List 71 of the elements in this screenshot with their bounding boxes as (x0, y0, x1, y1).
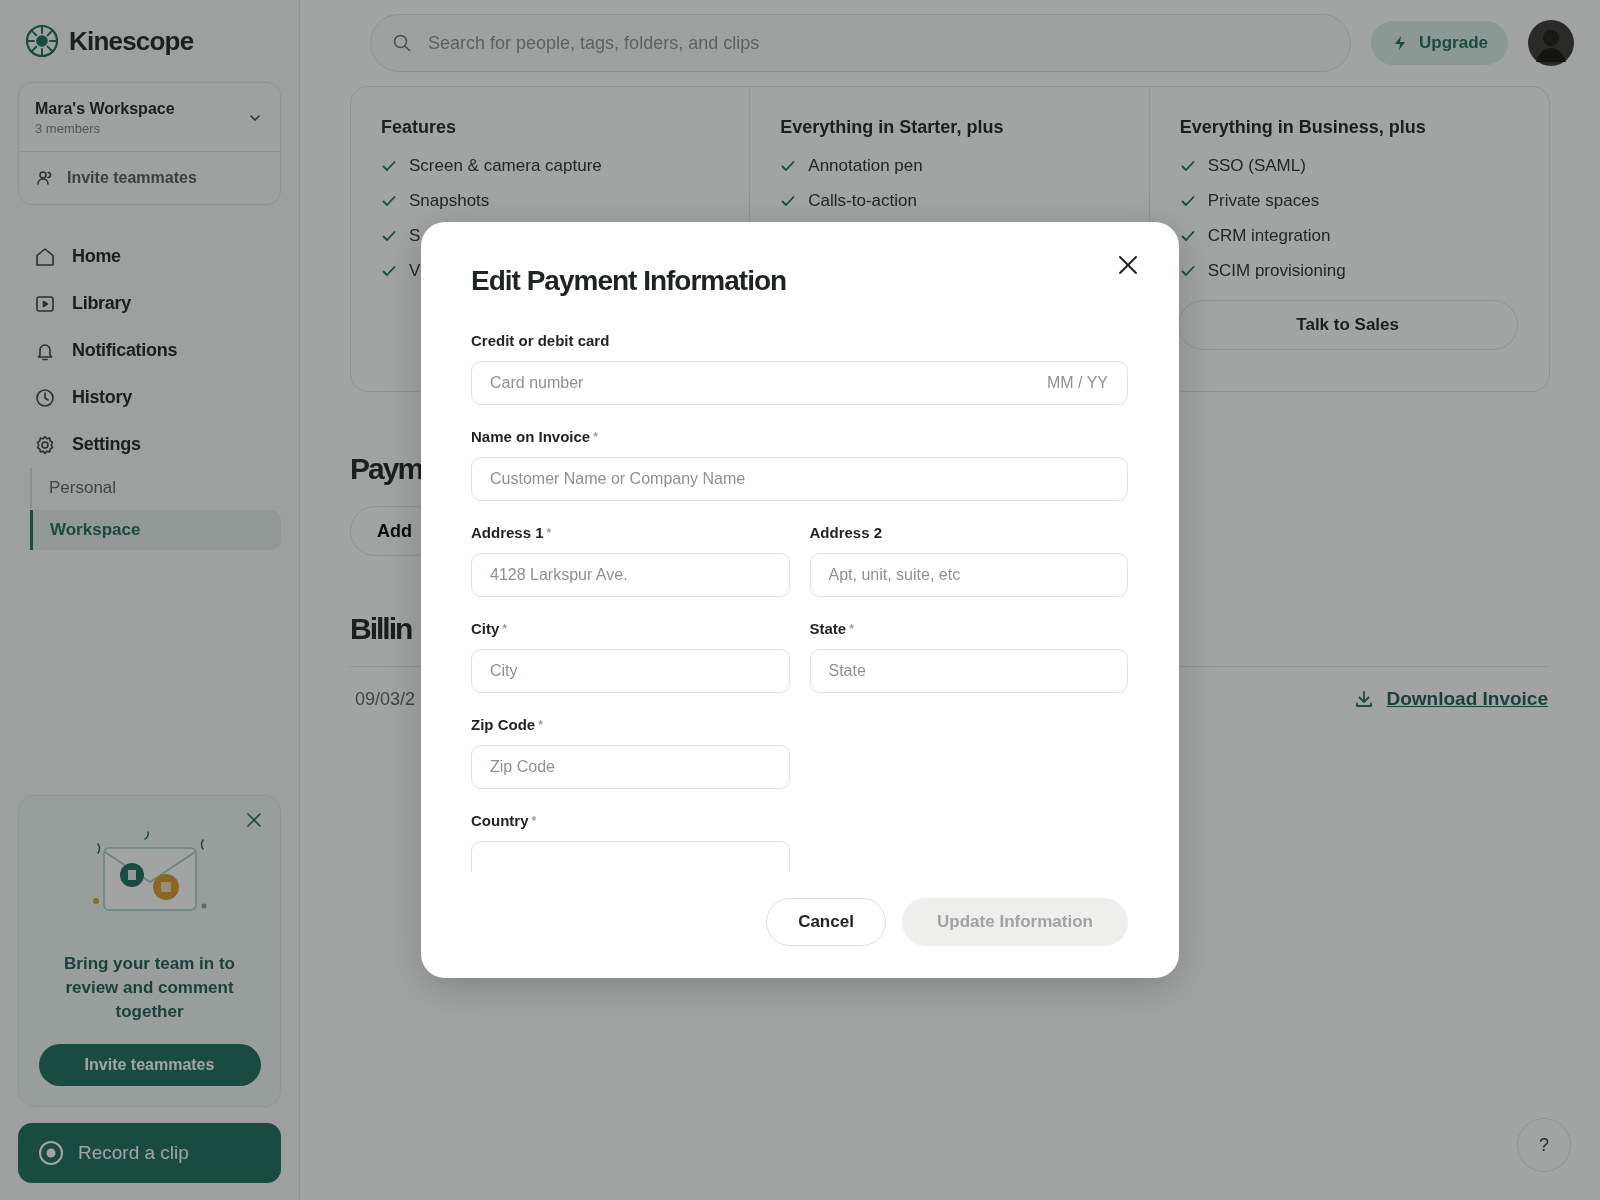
field-label: City * (471, 619, 508, 639)
feature-text: Calls-to-action (808, 190, 917, 211)
section-heading: Billin (350, 612, 412, 646)
close-icon (246, 812, 262, 828)
invite-button[interactable]: Invite teammates (38, 1044, 261, 1086)
logo-icon (25, 24, 59, 58)
feature-text: Snapshots (409, 190, 490, 211)
feature-text: Private spaces (1207, 190, 1320, 211)
search-field[interactable]: Search for people, tags, folders, and clips (370, 14, 1352, 72)
required-mark: * (502, 622, 507, 636)
plan-heading: Features (381, 117, 457, 138)
home-icon (34, 245, 56, 268)
record-button[interactable]: Record a clip (18, 1123, 281, 1183)
cancel-button[interactable]: Cancel (766, 898, 886, 946)
lightning-icon (1393, 35, 1408, 51)
required-mark: * (593, 430, 598, 444)
feature-text: Annotation pen (808, 155, 923, 176)
upgrade-button[interactable]: Upgrade (1371, 21, 1508, 65)
help-button[interactable]: ? (1517, 1118, 1571, 1172)
input-field[interactable]: Zip Code (471, 745, 790, 789)
download-link[interactable]: Download Invoice (1386, 688, 1548, 710)
expiry-placeholder: MM / YY (1046, 374, 1108, 392)
invite-link[interactable]: Invite teammates (19, 152, 280, 204)
field-label: Country * (471, 811, 538, 831)
nav-item[interactable]: Notifications (18, 327, 281, 374)
workspace-name: Mara's Workspace (35, 100, 175, 118)
logo-text: Kinescope (69, 25, 194, 57)
record-icon (38, 1140, 64, 1166)
required-mark: * (538, 718, 543, 732)
invoice-date: 09/03/2 (355, 688, 416, 710)
input-field[interactable]: State (809, 649, 1128, 693)
nav-item[interactable]: Library (18, 280, 281, 327)
promo-text: Bring your team in to review and comment together (63, 953, 236, 1023)
nav-item[interactable]: History (18, 374, 281, 421)
plan-heading: Everything in Starter, plus (780, 117, 1004, 138)
clock-icon (34, 386, 56, 409)
field-label: Credit or debit card (471, 331, 611, 351)
close-icon[interactable] (1117, 254, 1139, 276)
required-mark: * (531, 814, 537, 828)
settings-subitem[interactable]: Personal (30, 468, 281, 508)
feature-text: V (409, 260, 421, 281)
feature-text: SCIM provisioning (1207, 260, 1346, 281)
field-label: Address 1 * (471, 523, 553, 543)
download-icon (1354, 689, 1375, 709)
feature-text: Screen & camera capture (409, 155, 602, 176)
member-count: 3 members (35, 121, 102, 136)
plan-heading: Everything in Business, plus (1179, 117, 1426, 138)
nav-item[interactable]: Home (18, 233, 281, 280)
input-field[interactable]: Customer Name or Company Name (471, 457, 1128, 501)
sales-button[interactable]: Talk to Sales (1177, 300, 1518, 350)
field-label: Name on Invoice * (471, 427, 599, 447)
field-label: State * (809, 619, 855, 639)
field-label: Address 2 (809, 523, 884, 543)
input-field[interactable] (471, 841, 790, 872)
dialog-title: Edit Payment Information (471, 264, 787, 298)
feature-text: SSO (SAML) (1207, 155, 1306, 176)
required-mark: * (849, 622, 854, 636)
input-field[interactable]: 4128 Larkspur Ave. (471, 553, 790, 597)
workspace-switcher[interactable]: Mara's Workspace 3 members (19, 83, 280, 152)
avatar (1528, 20, 1574, 66)
feature-text: S (409, 225, 421, 246)
settings-icon (34, 433, 56, 456)
field-label: Zip Code * (471, 715, 544, 735)
settings-subitem[interactable]: Workspace (30, 510, 281, 550)
required-mark: * (546, 526, 552, 540)
input-field[interactable]: City (471, 649, 790, 693)
input-field[interactable]: Apt, unit, suite, etc (809, 553, 1128, 597)
section-heading: Paym (350, 452, 423, 486)
feature-text: CRM integration (1207, 225, 1331, 246)
nav-item[interactable]: Settings (18, 421, 281, 468)
invite-label: Invite teammates (67, 169, 197, 187)
